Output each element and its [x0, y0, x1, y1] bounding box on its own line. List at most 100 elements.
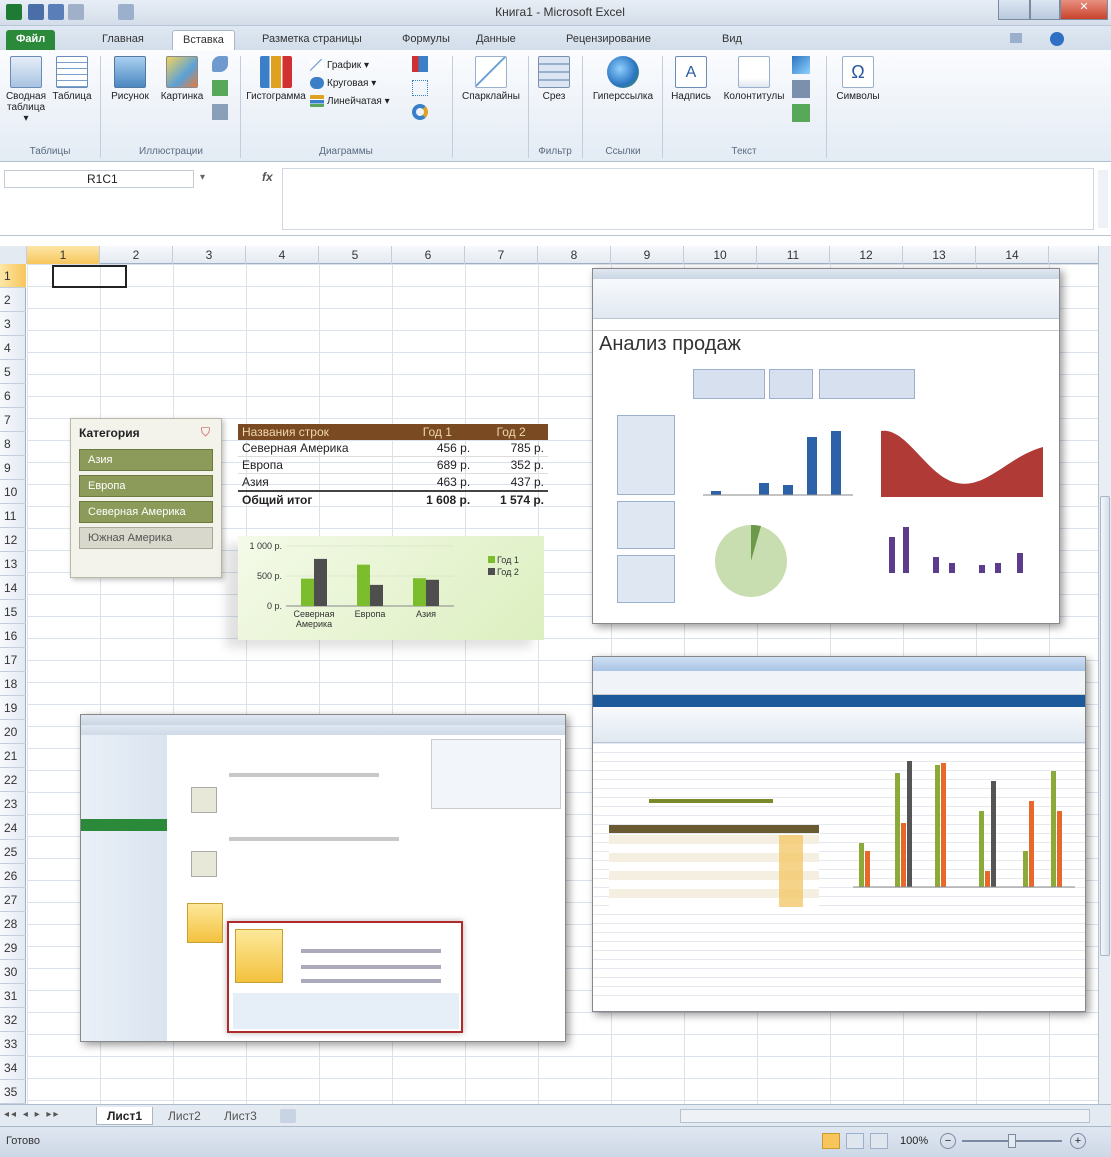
- row-header[interactable]: 27: [0, 888, 26, 912]
- select-all-corner[interactable]: [0, 246, 27, 264]
- sheet-tab-2[interactable]: Лист2: [158, 1107, 211, 1125]
- dropdown-arrow-icon[interactable]: ▾: [200, 172, 205, 183]
- column-header[interactable]: 6: [392, 246, 465, 264]
- formula-input[interactable]: [282, 168, 1094, 230]
- row-header[interactable]: 12: [0, 528, 26, 552]
- normal-view-icon[interactable]: [822, 1133, 840, 1149]
- scatter-chart-icon[interactable]: [412, 80, 428, 96]
- column-header[interactable]: 2: [100, 246, 173, 264]
- row-header[interactable]: 24: [0, 816, 26, 840]
- row-header[interactable]: 30: [0, 960, 26, 984]
- row-header[interactable]: 32: [0, 1008, 26, 1032]
- tab-formulas[interactable]: Формулы: [392, 30, 460, 50]
- formula-bar-scroll[interactable]: [1098, 170, 1108, 228]
- row-header[interactable]: 29: [0, 936, 26, 960]
- row-header[interactable]: 15: [0, 600, 26, 624]
- zoom-level[interactable]: 100%: [900, 1135, 928, 1147]
- row-header[interactable]: 34: [0, 1056, 26, 1080]
- table-button[interactable]: Таблица: [50, 56, 94, 102]
- zoom-in-button[interactable]: +: [1070, 1133, 1086, 1149]
- row-header[interactable]: 8: [0, 432, 26, 456]
- sheet-nav-buttons[interactable]: ◂◂ ◂ ▸ ▸▸: [4, 1109, 60, 1120]
- close-button[interactable]: ✕: [1060, 0, 1108, 20]
- help-icon[interactable]: [1050, 32, 1064, 46]
- symbols-button[interactable]: Ω Символы: [832, 56, 884, 102]
- sheet-tab-1[interactable]: Лист1: [96, 1107, 154, 1125]
- sheet-tab-3[interactable]: Лист3: [214, 1107, 267, 1125]
- row-header[interactable]: 7: [0, 408, 26, 432]
- customize-qat-icon[interactable]: [118, 4, 134, 20]
- slicer-button[interactable]: Срез: [534, 56, 574, 102]
- row-header[interactable]: 14: [0, 576, 26, 600]
- undo-icon[interactable]: [48, 4, 64, 20]
- slicer-category[interactable]: Категория ⛉ Азия Европа Северная Америка…: [70, 418, 222, 578]
- column-header[interactable]: 10: [684, 246, 757, 264]
- textbox-button[interactable]: A Надпись: [666, 56, 716, 102]
- name-box[interactable]: R1C1: [4, 170, 194, 188]
- zoom-slider-thumb[interactable]: [1008, 1134, 1016, 1148]
- zoom-out-button[interactable]: −: [940, 1133, 956, 1149]
- column-header[interactable]: 1: [27, 246, 100, 264]
- column-header[interactable]: 4: [246, 246, 319, 264]
- row-header[interactable]: 35: [0, 1080, 26, 1104]
- redo-icon[interactable]: [68, 4, 84, 20]
- row-header[interactable]: 11: [0, 504, 26, 528]
- picture-button[interactable]: Рисунок: [106, 56, 154, 102]
- insert-sheet-icon[interactable]: [280, 1109, 296, 1123]
- signature-line-icon[interactable]: [792, 80, 810, 98]
- pie-chart-button[interactable]: Круговая ▾: [310, 74, 410, 92]
- column-header[interactable]: 7: [465, 246, 538, 264]
- area-chart-icon[interactable]: [412, 56, 428, 72]
- horizontal-scrollbar[interactable]: [680, 1109, 1090, 1123]
- row-header[interactable]: 6: [0, 384, 26, 408]
- slicer-item[interactable]: Европа: [79, 475, 213, 497]
- column-header[interactable]: 3: [173, 246, 246, 264]
- active-cell[interactable]: [52, 265, 127, 288]
- row-header[interactable]: 10: [0, 480, 26, 504]
- row-header[interactable]: 5: [0, 360, 26, 384]
- histogram-button[interactable]: Гистограмма: [246, 56, 306, 102]
- column-header[interactable]: 9: [611, 246, 684, 264]
- tab-insert[interactable]: Вставка: [172, 30, 235, 50]
- pivot-chart[interactable]: 1 000 р. 500 р. 0 р. Северная Америка Европа А…: [238, 536, 544, 640]
- screenshot-icon[interactable]: [212, 104, 228, 120]
- screenshot-sales-analysis[interactable]: Анализ продаж: [592, 268, 1060, 624]
- pivot-header[interactable]: Названия строк: [238, 424, 400, 440]
- slicer-item[interactable]: Азия: [79, 449, 213, 471]
- object-icon[interactable]: [792, 104, 810, 122]
- column-header[interactable]: 5: [319, 246, 392, 264]
- shapes-icon[interactable]: [212, 56, 228, 72]
- column-header[interactable]: 11: [757, 246, 830, 264]
- tab-file[interactable]: Файл: [6, 30, 56, 50]
- insert-function-button[interactable]: fx: [262, 170, 273, 184]
- row-header[interactable]: 26: [0, 864, 26, 888]
- slicer-item[interactable]: Северная Америка: [79, 501, 213, 523]
- wordart-icon[interactable]: [792, 56, 810, 74]
- row-header[interactable]: 28: [0, 912, 26, 936]
- column-header[interactable]: 14: [976, 246, 1049, 264]
- slicer-item[interactable]: Южная Америка: [79, 527, 213, 549]
- row-header[interactable]: 23: [0, 792, 26, 816]
- sparklines-button[interactable]: Спарклайны: [458, 56, 524, 102]
- row-header[interactable]: 3: [0, 312, 26, 336]
- pivot-table-button[interactable]: Сводная таблица ▾: [4, 56, 48, 124]
- ribbon-collapse-icon[interactable]: [1010, 33, 1022, 43]
- page-layout-view-icon[interactable]: [846, 1133, 864, 1149]
- row-header[interactable]: 19: [0, 696, 26, 720]
- row-header[interactable]: 21: [0, 744, 26, 768]
- tab-view[interactable]: Вид: [712, 30, 752, 50]
- row-header[interactable]: 2: [0, 288, 26, 312]
- page-break-view-icon[interactable]: [870, 1133, 888, 1149]
- smartart-icon[interactable]: [212, 80, 228, 96]
- row-header[interactable]: 18: [0, 672, 26, 696]
- screenshot-sharepoint-sales[interactable]: [592, 656, 1086, 1012]
- other-charts-icon[interactable]: [412, 104, 428, 120]
- row-header[interactable]: 22: [0, 768, 26, 792]
- maximize-button[interactable]: [1030, 0, 1060, 20]
- row-header[interactable]: 17: [0, 648, 26, 672]
- row-header[interactable]: 20: [0, 720, 26, 744]
- column-header[interactable]: 8: [538, 246, 611, 264]
- tab-data[interactable]: Данные: [466, 30, 526, 50]
- minimize-button[interactable]: [998, 0, 1030, 20]
- scrollbar-thumb[interactable]: [1100, 496, 1110, 956]
